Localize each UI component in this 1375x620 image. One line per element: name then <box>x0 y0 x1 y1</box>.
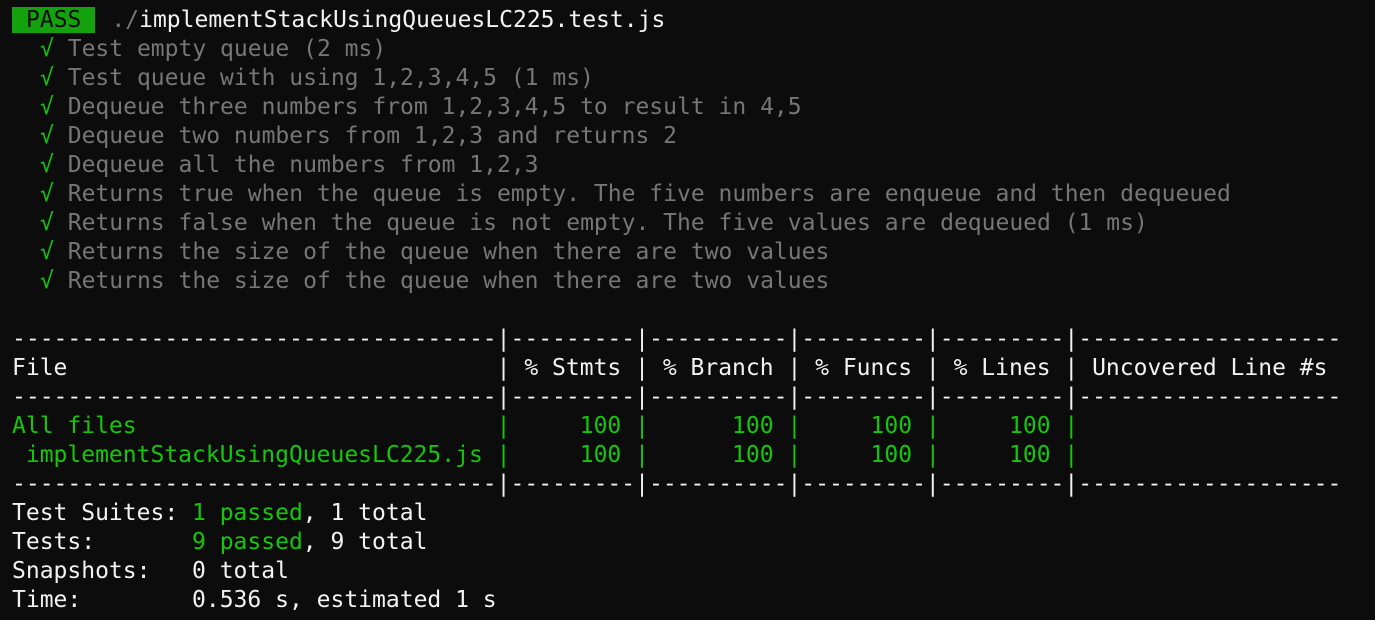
test-name: Returns true when the queue is empty. Th… <box>67 181 1231 207</box>
test-name: Test queue with using 1,2,3,4,5 (1 ms) <box>67 65 594 91</box>
check-icon: √ <box>40 65 54 91</box>
test-file-path: implementStackUsingQueuesLC225.test.js <box>139 7 666 33</box>
coverage-file-name: implementStackUsingQueuesLC225.js <box>12 442 483 468</box>
test-result-line: √ Returns the size of the queue when the… <box>12 238 1375 267</box>
test-name: Test empty queue (2 ms) <box>67 36 387 62</box>
check-icon: √ <box>40 239 54 265</box>
summary-passed: 9 passed <box>192 529 303 555</box>
test-result-line: √ Returns the size of the queue when the… <box>12 267 1375 296</box>
pass-header-line: PASS ./implementStackUsingQueuesLC225.tes… <box>12 6 1375 35</box>
coverage-separator: -----------------------------------|----… <box>12 384 1342 410</box>
summary-value: 0 total <box>192 558 289 584</box>
test-result-line: √ Test empty queue (2 ms) <box>12 35 1375 64</box>
test-result-line: √ Dequeue two numbers from 1,2,3 and ret… <box>12 122 1375 151</box>
summary-tests: Tests: 9 passed, 9 total <box>12 528 1375 557</box>
pass-badge: PASS <box>12 7 96 33</box>
summary-value: 0.536 s, estimated 1 s <box>192 587 497 613</box>
summary-label: Time: <box>12 587 193 613</box>
check-icon: √ <box>40 152 54 178</box>
test-result-line: √ Returns false when the queue is not em… <box>12 209 1375 238</box>
test-result-line: √ Returns true when the queue is empty. … <box>12 180 1375 209</box>
check-icon: √ <box>40 210 54 236</box>
summary-label: Tests: <box>12 529 193 555</box>
coverage-file-name: All files <box>12 413 483 439</box>
coverage-separator: -----------------------------------|----… <box>12 326 1342 352</box>
coverage-cells: | 100 | 100 | 100 | 100 | <box>482 413 1342 439</box>
summary-suites: Test Suites: 1 passed, 1 total <box>12 499 1375 528</box>
summary-total: , 1 total <box>302 500 428 526</box>
summary-label: Test Suites: <box>12 500 193 526</box>
test-result-line: √ Dequeue all the numbers from 1,2,3 <box>12 151 1375 180</box>
test-result-line: √ Test queue with using 1,2,3,4,5 (1 ms) <box>12 64 1375 93</box>
coverage-header-row: File | % Stmts | % Branch | % Funcs | % … <box>12 355 1342 381</box>
summary-label: Snapshots: <box>12 558 193 584</box>
path-prefix: ./ <box>111 7 140 33</box>
check-icon: √ <box>40 94 54 120</box>
test-result-line: √ Dequeue three numbers from 1,2,3,4,5 t… <box>12 93 1375 122</box>
summary-time: Time: 0.536 s, estimated 1 s <box>12 586 1375 615</box>
coverage-row-file: implementStackUsingQueuesLC225.js | 100 … <box>12 441 1375 470</box>
summary-snapshots: Snapshots: 0 total <box>12 557 1375 586</box>
test-name: Dequeue three numbers from 1,2,3,4,5 to … <box>67 94 802 120</box>
coverage-separator: -----------------------------------|----… <box>12 471 1342 497</box>
test-name: Returns the size of the queue when there… <box>67 239 830 265</box>
coverage-row-all-files: All files | 100 | 100 | 100 | 100 | <box>12 412 1375 441</box>
check-icon: √ <box>40 268 54 294</box>
test-name: Returns the size of the queue when there… <box>67 268 830 294</box>
terminal-window: PASS ./implementStackUsingQueuesLC225.tes… <box>0 6 1375 620</box>
summary-passed: 1 passed <box>192 500 303 526</box>
summary-total: , 9 total <box>302 529 428 555</box>
check-icon: √ <box>40 181 54 207</box>
check-icon: √ <box>40 123 54 149</box>
test-name: Dequeue two numbers from 1,2,3 and retur… <box>67 123 677 149</box>
test-name: Returns false when the queue is not empt… <box>67 210 1148 236</box>
test-name: Dequeue all the numbers from 1,2,3 <box>67 152 539 178</box>
coverage-cells: | 100 | 100 | 100 | 100 | <box>482 442 1342 468</box>
check-icon: √ <box>40 36 54 62</box>
